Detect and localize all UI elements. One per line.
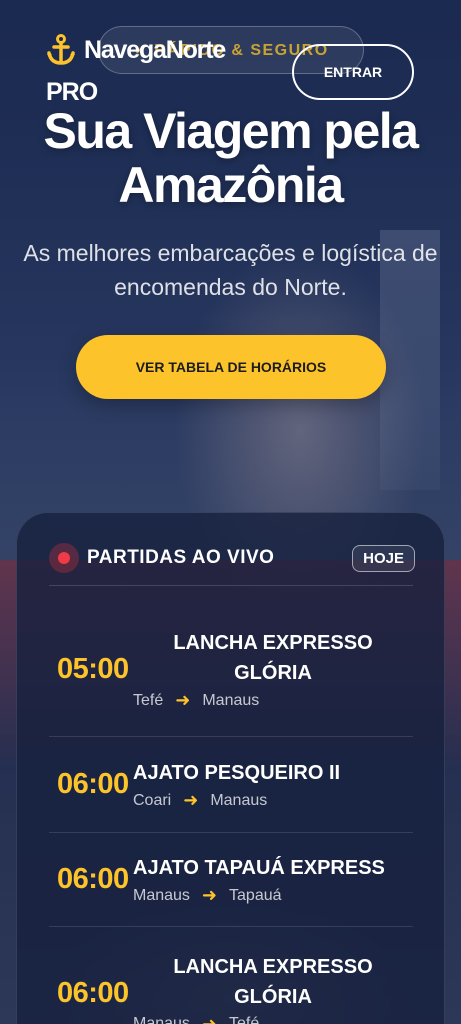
route-origin: Manaus (133, 886, 190, 904)
live-header: PARTIDAS AO VIVO HOJE (49, 543, 415, 573)
departure-row[interactable]: 05:00 LANCHA EXPRESSO GLÓRIA Tefé ➜ Mana… (49, 603, 413, 737)
route: Manaus ➜ Tefé (133, 1014, 413, 1024)
live-departures-card: PARTIDAS AO VIVO HOJE 05:00 LANCHA EXPRE… (16, 512, 445, 1024)
departure-row[interactable]: 06:00 AJATO TAPAUÁ EXPRESS Manaus ➜ Tapa… (49, 833, 413, 927)
live-dot (58, 552, 70, 564)
live-title: PARTIDAS AO VIVO (87, 547, 275, 568)
departure-info: LANCHA EXPRESSO GLÓRIA Manaus ➜ Tefé (133, 952, 413, 1024)
arrow-right-icon: ➜ (201, 885, 218, 905)
hero-title-line1: Sua Viagem pela (43, 103, 419, 159)
arrow-right-icon: ➜ (201, 1013, 218, 1024)
hero-title-line2: Amazônia (118, 157, 344, 213)
route: Tefé ➜ Manaus (133, 690, 413, 711)
login-button[interactable]: ENTRAR (292, 44, 414, 100)
departure-time: 06:00 (57, 976, 129, 1009)
vessel-name: AJATO PESQUEIRO II (133, 762, 341, 784)
departure-time: 06:00 (57, 768, 129, 800)
route-origin: Coari (133, 791, 172, 809)
hero-title: Sua Viagem pela Amazônia (0, 104, 461, 212)
arrow-right-icon: ➜ (175, 690, 191, 710)
departure-time: 05:00 (57, 653, 129, 685)
departure-info: AJATO PESQUEIRO II Coari ➜ Manaus (133, 758, 413, 811)
route-origin: Tefé (133, 691, 164, 709)
vessel-name: LANCHA EXPRESSO GLÓRIA (173, 955, 373, 1008)
today-badge[interactable]: HOJE (352, 544, 415, 572)
hero-subtitle: As melhores embarcações e logística de e… (23, 240, 438, 300)
route-destination: Tapauá (229, 886, 282, 904)
arrow-right-icon: ➜ (183, 790, 199, 810)
brand-name: NavegaNorte (84, 35, 226, 64)
departure-time: 06:00 (57, 863, 129, 895)
route-destination: Tefé (229, 1015, 260, 1024)
live-dot-icon (49, 543, 79, 573)
vessel-name: LANCHA EXPRESSO GLÓRIA (173, 632, 373, 684)
route-destination: Manaus (210, 791, 268, 809)
departure-row[interactable]: 06:00 LANCHA EXPRESSO GLÓRIA Manaus ➜ Te… (49, 939, 413, 1024)
vessel-name: AJATO TAPAUÁ EXPRESS (133, 857, 385, 879)
route: Manaus ➜ Tapauá (133, 885, 413, 906)
departure-info: AJATO TAPAUÁ EXPRESS Manaus ➜ Tapauá (133, 853, 413, 906)
route-destination: Manaus (202, 691, 260, 709)
divider (49, 585, 413, 586)
departure-info: LANCHA EXPRESSO GLÓRIA Tefé ➜ Manaus (133, 628, 413, 711)
departure-row[interactable]: 06:00 AJATO PESQUEIRO II Coari ➜ Manaus (49, 737, 413, 833)
route: Coari ➜ Manaus (133, 790, 413, 811)
schedule-cta-button[interactable]: VER TABELA DE HORÁRIOS (76, 335, 386, 399)
brand-logo[interactable]: NavegaNorte (46, 34, 226, 66)
route-origin: Manaus (133, 1015, 190, 1024)
anchor-icon (47, 34, 75, 65)
